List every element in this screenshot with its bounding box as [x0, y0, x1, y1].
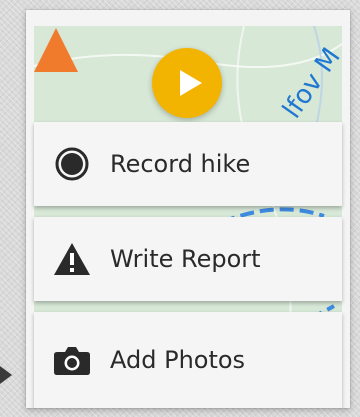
map-warning-marker[interactable] [34, 26, 78, 76]
left-arrow-icon [0, 366, 12, 384]
write-report-label: Write Report [110, 245, 261, 273]
record-hike-button[interactable]: Record hike [34, 122, 342, 206]
record-icon [52, 144, 92, 184]
write-report-button[interactable]: Write Report [34, 217, 342, 301]
add-photos-label: Add Photos [110, 346, 246, 374]
start-hike-button[interactable] [152, 48, 222, 118]
add-photos-button[interactable]: Add Photos [34, 312, 342, 408]
camera-icon [52, 340, 92, 380]
record-hike-label: Record hike [110, 150, 251, 178]
play-icon [179, 70, 202, 96]
warning-icon [52, 239, 92, 279]
app-screen: lfov M Record hike Write Report Add Phot… [26, 10, 350, 408]
